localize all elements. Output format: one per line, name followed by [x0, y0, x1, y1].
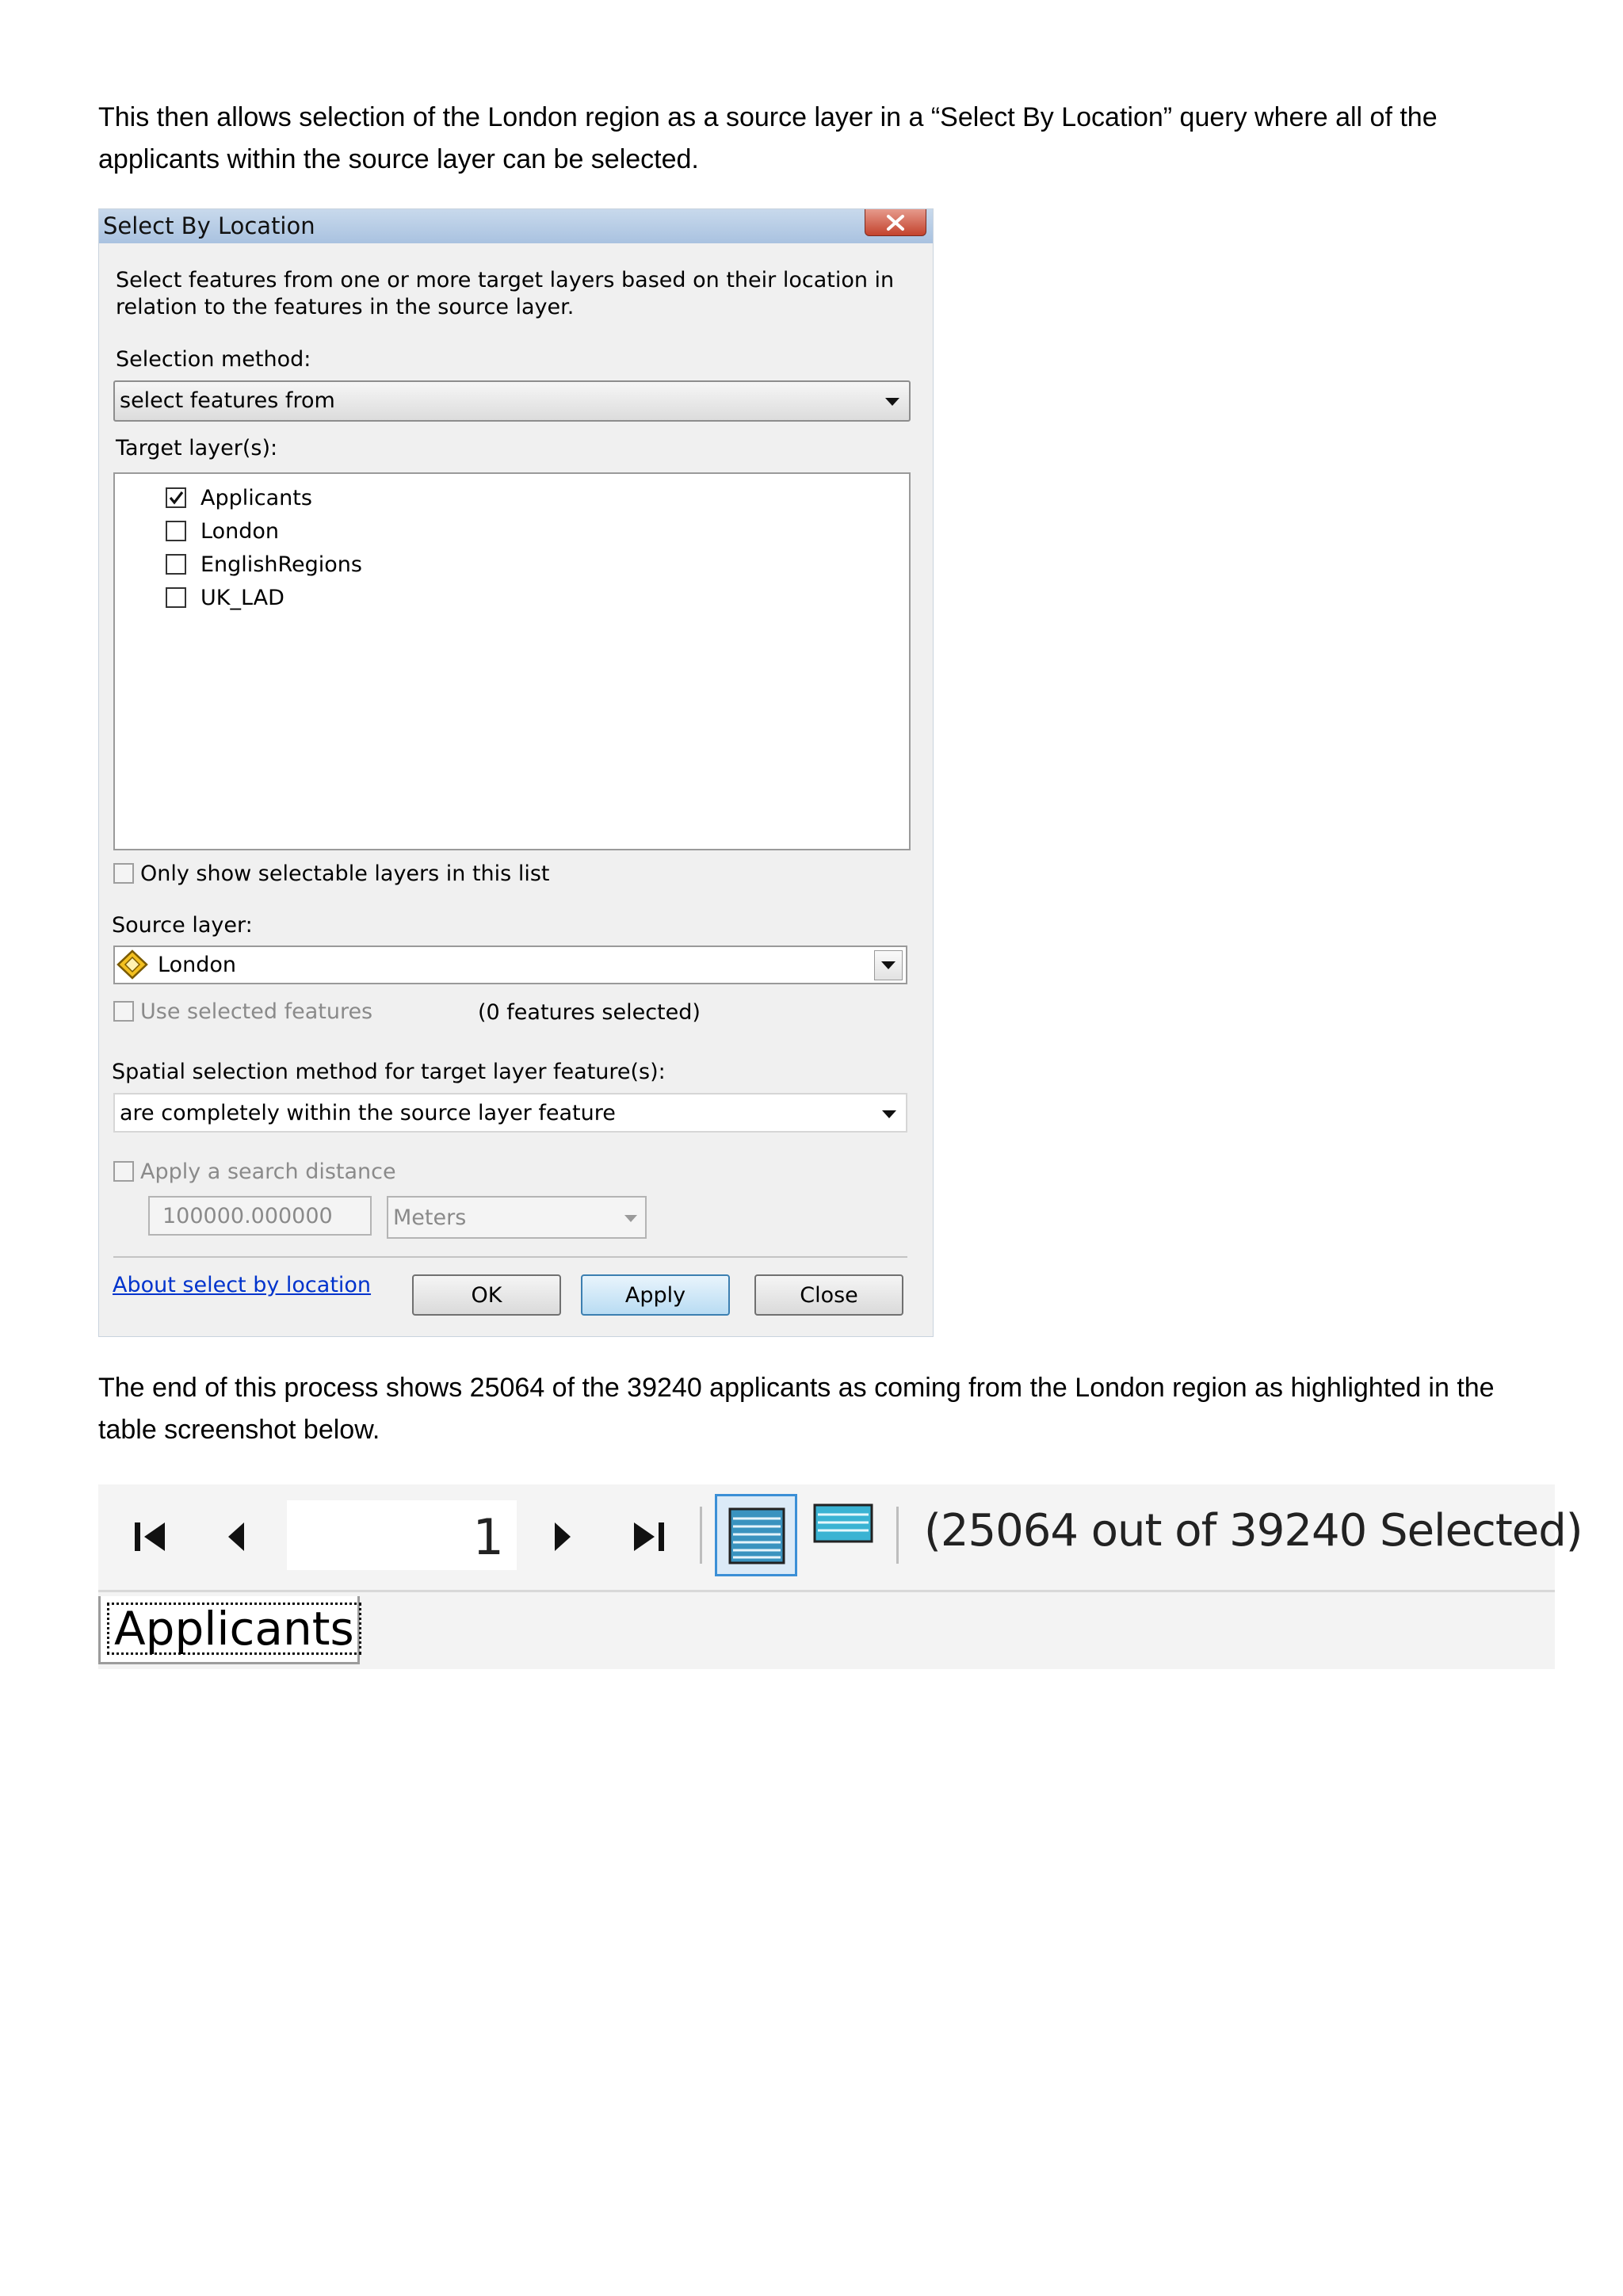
show-all-records-button[interactable] — [715, 1494, 797, 1576]
selection-status: (25064 out of 39240 Selected) — [924, 1505, 1583, 1557]
selection-method-dropdown[interactable]: select features from — [113, 380, 911, 422]
result-paragraph: The end of this process shows 25064 of t… — [98, 1373, 1495, 1445]
dialog-description-line1: Select features from one or more target … — [116, 268, 895, 292]
chevron-down-icon — [882, 1110, 896, 1118]
use-selected-option[interactable]: Use selected features — [113, 995, 372, 1027]
apply-button[interactable]: Apply — [581, 1274, 730, 1316]
checkbox[interactable] — [166, 521, 186, 541]
search-distance-input[interactable]: 100000.000000 — [148, 1196, 372, 1236]
divider — [113, 1256, 907, 1258]
first-record-icon[interactable] — [133, 1521, 168, 1553]
source-layer-label: Source layer: — [112, 913, 253, 938]
current-record-box[interactable]: 1 — [287, 1500, 517, 1570]
target-layer-item[interactable]: UK_LAD — [166, 582, 285, 613]
dialog-title: Select By Location — [103, 212, 315, 239]
target-layers-label: Target layer(s): — [116, 436, 278, 460]
table-tab-strip: Applicants — [98, 1592, 1555, 1669]
target-layer-item[interactable]: EnglishRegions — [166, 548, 362, 580]
checkbox[interactable] — [166, 554, 186, 575]
units-dropdown[interactable]: Meters — [387, 1196, 647, 1239]
search-distance-option[interactable]: Apply a search distance — [113, 1156, 396, 1187]
spatial-method-value: are completely within the source layer f… — [120, 1101, 616, 1125]
close-window-button[interactable] — [865, 209, 926, 236]
dialog-titlebar: Select By Location — [99, 209, 933, 243]
search-distance-label: Apply a search distance — [140, 1159, 396, 1184]
target-layers-list[interactable]: Applicants London EnglishRegions UK_LAD — [113, 472, 911, 850]
source-layer-dropdown-button[interactable] — [874, 950, 903, 980]
toolbar-separator — [896, 1507, 899, 1564]
last-record-icon[interactable] — [631, 1521, 666, 1553]
features-selected-count: (0 features selected) — [478, 1000, 701, 1025]
table-toolbar: 1 (25064 out of 39240 Selected) — [98, 1484, 1583, 1592]
target-layer-name: EnglishRegions — [200, 552, 362, 577]
ok-button[interactable]: OK — [412, 1274, 561, 1316]
close-icon — [887, 214, 904, 231]
only-selectable-checkbox[interactable] — [113, 863, 134, 884]
use-selected-checkbox[interactable] — [113, 1001, 134, 1022]
target-layer-item[interactable]: London — [166, 515, 279, 547]
source-layer-dropdown[interactable]: London — [113, 946, 907, 984]
chevron-down-icon — [881, 961, 896, 969]
previous-record-icon[interactable] — [227, 1521, 246, 1553]
all-records-icon — [728, 1507, 785, 1564]
target-layer-item[interactable]: Applicants — [166, 482, 312, 514]
selection-method-label: Selection method: — [116, 347, 311, 372]
chevron-down-icon — [885, 398, 899, 406]
chevron-down-icon — [624, 1215, 637, 1222]
target-layer-name: Applicants — [200, 485, 312, 510]
spatial-method-dropdown[interactable]: are completely within the source layer f… — [113, 1093, 907, 1133]
intro-paragraph: This then allows selection of the London… — [98, 102, 1438, 174]
use-selected-label: Use selected features — [140, 999, 373, 1024]
tab-label: Applicants — [107, 1603, 361, 1655]
search-distance-value: 100000.000000 — [162, 1204, 333, 1228]
checkbox[interactable] — [166, 587, 186, 608]
target-layer-name: London — [200, 518, 279, 544]
source-layer-value: London — [158, 953, 236, 977]
help-link[interactable]: About select by location — [113, 1273, 371, 1297]
next-record-icon[interactable] — [553, 1521, 572, 1553]
only-selectable-option[interactable]: Only show selectable layers in this list — [113, 858, 549, 889]
close-button[interactable]: Close — [754, 1274, 903, 1316]
target-layer-name: UK_LAD — [200, 585, 285, 610]
checkmark-icon — [169, 491, 184, 505]
checkbox-checked[interactable] — [166, 487, 186, 508]
only-selectable-label: Only show selectable layers in this list — [140, 861, 550, 886]
dialog-description-line2: relation to the features in the source l… — [116, 295, 575, 319]
spatial-method-label: Spatial selection method for target laye… — [112, 1060, 666, 1084]
units-value: Meters — [393, 1205, 467, 1230]
selected-records-icon[interactable] — [813, 1503, 873, 1543]
select-by-location-dialog: Select By Location Select features from … — [98, 208, 934, 1337]
tab-applicants[interactable]: Applicants — [98, 1596, 361, 1664]
layer-symbol-icon — [116, 949, 148, 980]
search-distance-checkbox[interactable] — [113, 1161, 134, 1182]
current-page-number: 1 — [472, 1508, 504, 1566]
selection-method-value: select features from — [120, 388, 335, 413]
toolbar-separator — [700, 1507, 702, 1564]
